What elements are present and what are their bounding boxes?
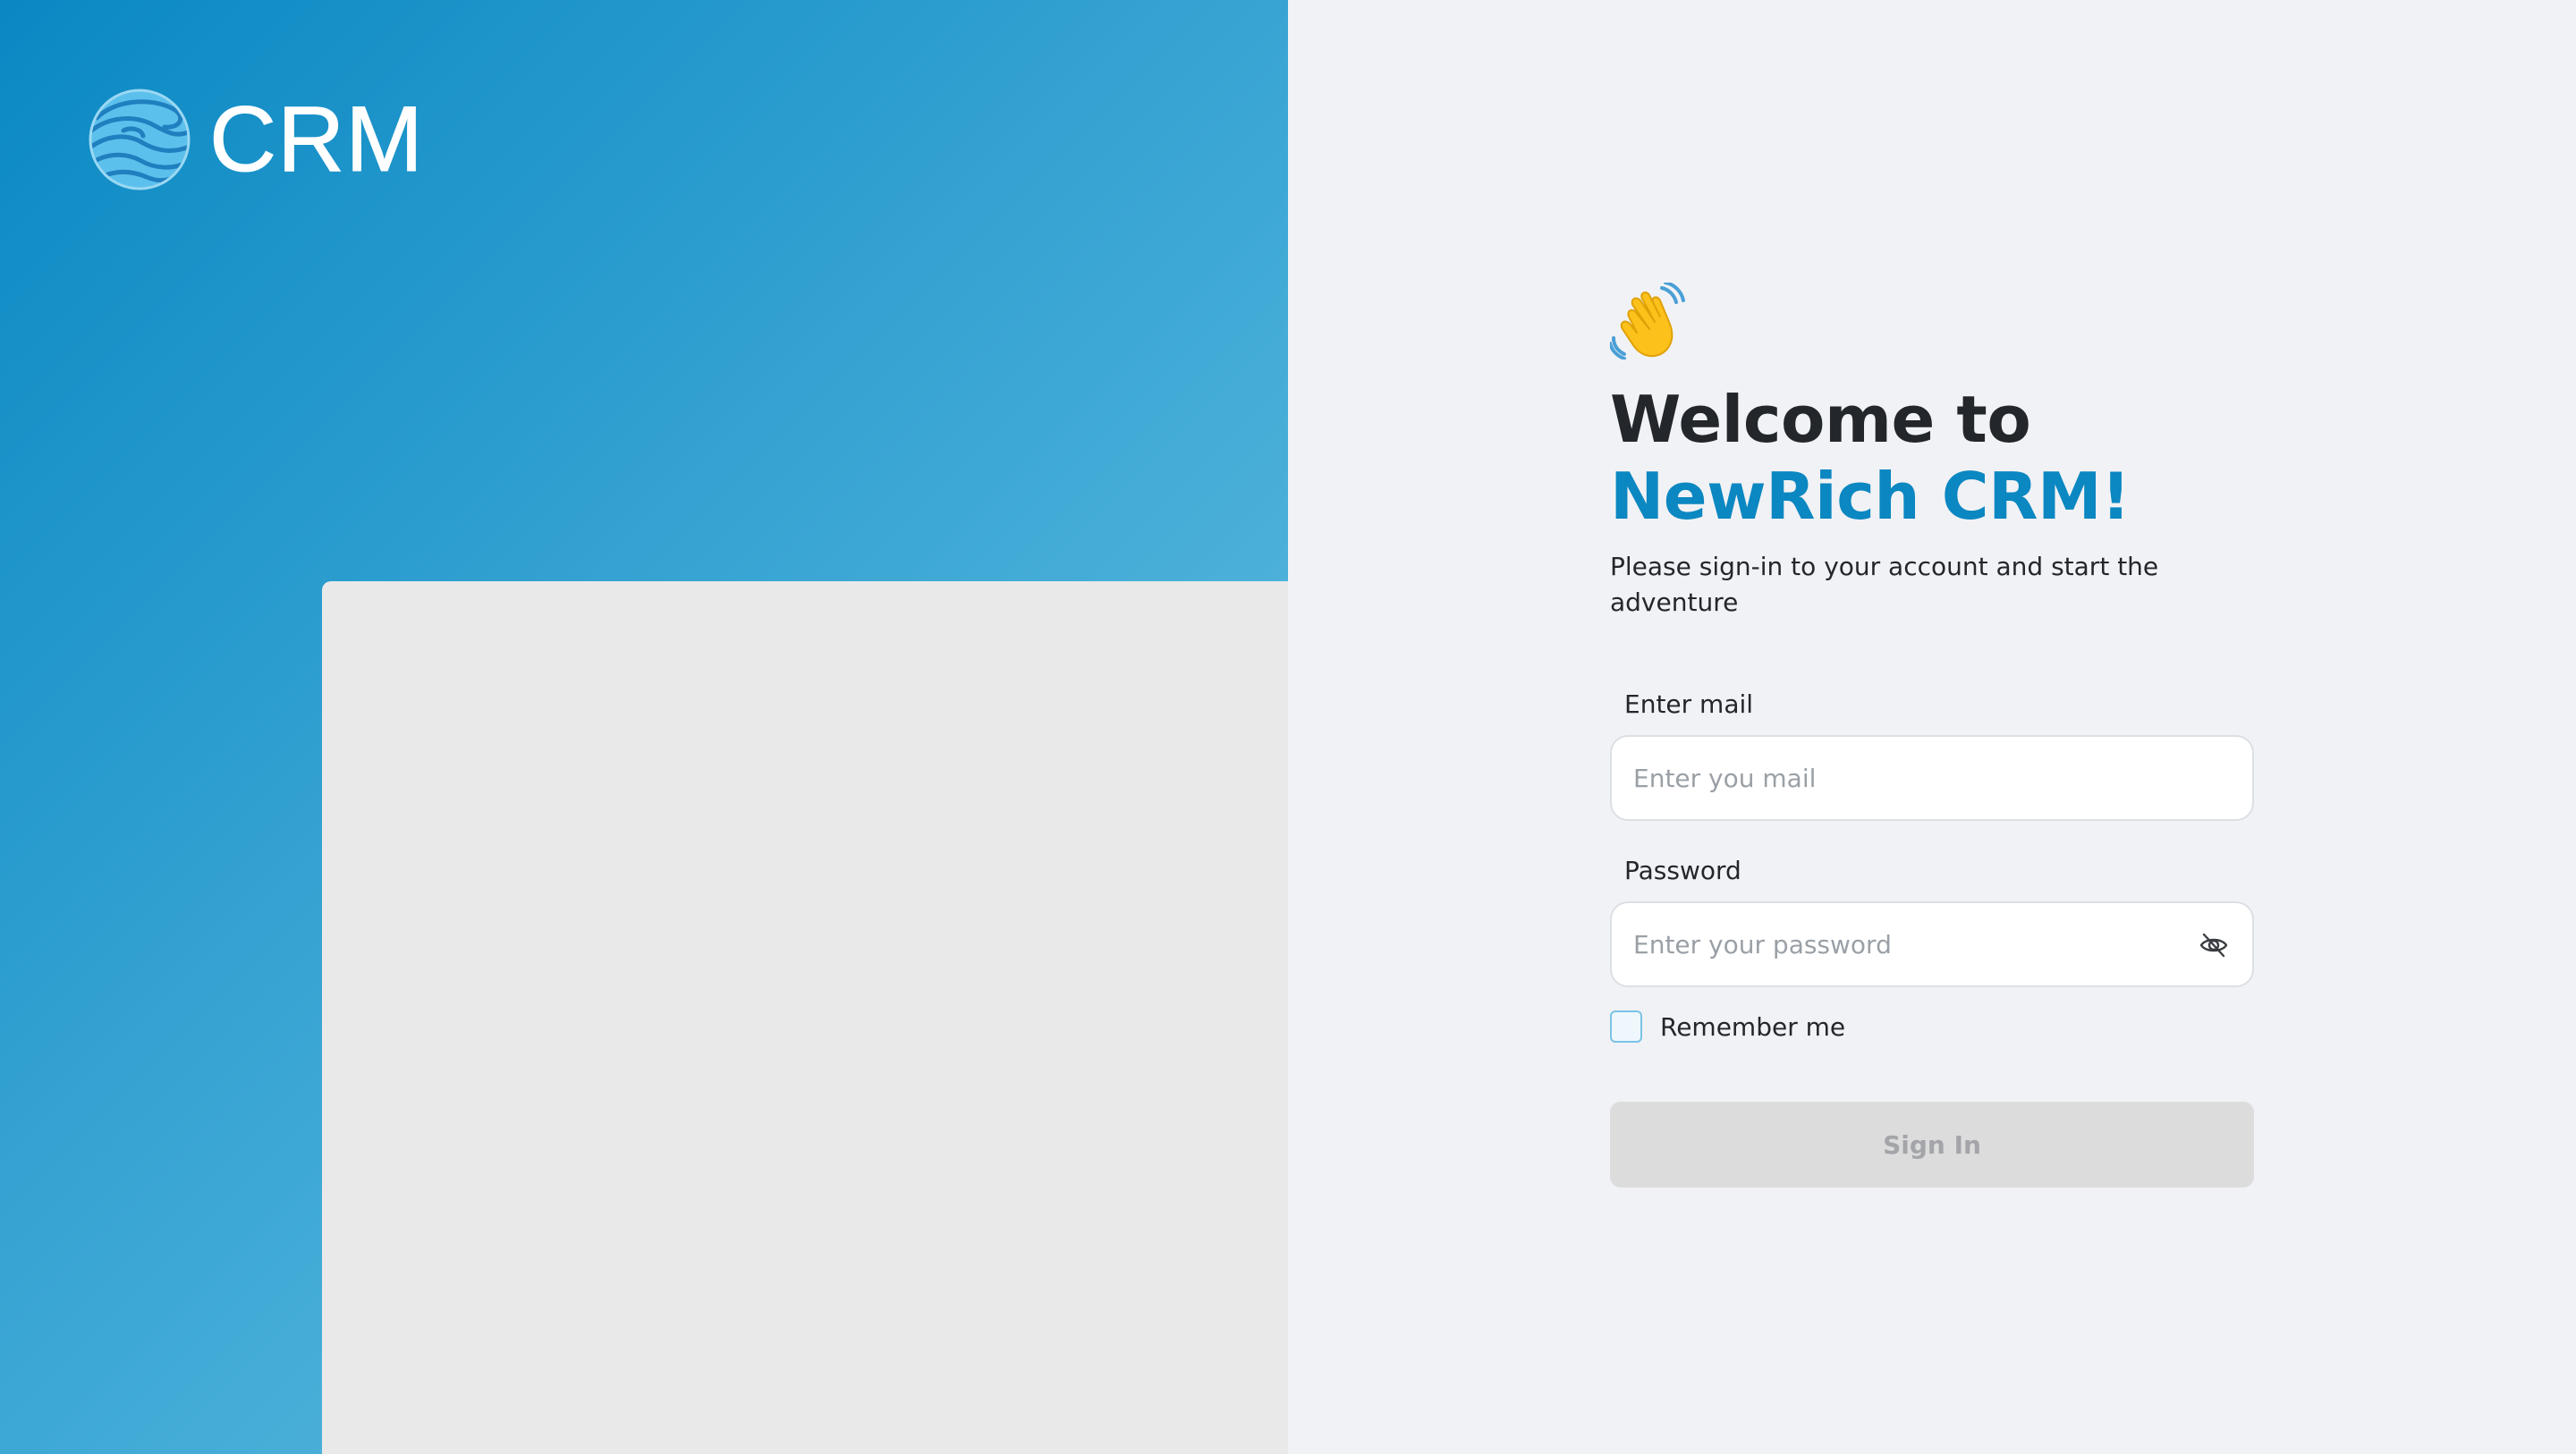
welcome-subtitle: Please sign-in to your account and start… bbox=[1610, 552, 2159, 617]
password-field[interactable] bbox=[1612, 903, 2252, 985]
email-field[interactable] bbox=[1612, 737, 2252, 819]
eye-off-icon[interactable] bbox=[2199, 930, 2229, 960]
app-name-title: NewRich CRM! bbox=[1610, 459, 2131, 534]
sign-in-button[interactable]: Sign In bbox=[1610, 1102, 2254, 1188]
swirl-globe-icon bbox=[89, 89, 191, 190]
brand-name: CRM bbox=[209, 88, 424, 191]
waving-hand-icon bbox=[1610, 283, 1685, 359]
remember-me-row: Remember me bbox=[1610, 1009, 2254, 1044]
remember-me-checkbox[interactable] bbox=[1610, 1010, 1642, 1043]
signin-form: Welcome to NewRich CRM! Please sign-in t… bbox=[1610, 283, 2254, 1188]
app-preview-placeholder bbox=[322, 581, 1288, 1454]
email-label: Enter mail bbox=[1624, 689, 1754, 719]
brand-logo: CRM bbox=[88, 88, 424, 191]
welcome-title: Welcome to bbox=[1610, 382, 2031, 457]
password-label: Password bbox=[1624, 856, 1741, 885]
signin-panel: Welcome to NewRich CRM! Please sign-in t… bbox=[1288, 0, 2576, 1454]
password-field-wrapper bbox=[1610, 901, 2254, 987]
email-field-wrapper bbox=[1610, 735, 2254, 821]
remember-me-label[interactable]: Remember me bbox=[1660, 1012, 1845, 1042]
brand-panel: CRM bbox=[0, 0, 1288, 1454]
login-page: CRM Welcome to NewRich CRM! Please sign-… bbox=[0, 0, 2576, 1454]
